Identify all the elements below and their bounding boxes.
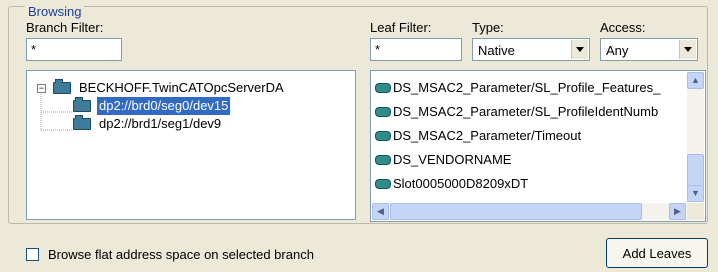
access-select[interactable]: Any [600, 38, 698, 61]
leaves-list[interactable]: DS_MSAC2_Parameter/SL_Profile_Features_ … [370, 70, 706, 222]
folder-icon [73, 97, 91, 112]
branch-filter-input[interactable] [26, 38, 122, 61]
leaf-filter-label: Leaf Filter: [370, 20, 432, 35]
type-selected-value: Native [478, 43, 515, 58]
scroll-left-button[interactable]: ◀ [372, 203, 389, 220]
leaf-tag-icon [375, 179, 391, 189]
type-select[interactable]: Native [472, 38, 590, 61]
group-title: Browsing [25, 5, 85, 18]
collapse-icon[interactable]: − [37, 84, 46, 93]
vertical-scroll-thumb[interactable] [687, 154, 704, 188]
type-dropdown-button[interactable] [571, 40, 588, 59]
type-label: Type: [472, 20, 504, 35]
tree-child-label: dp2://brd1/seg1/dev9 [99, 116, 222, 131]
scrollbar-corner [687, 203, 704, 220]
branch-filter-label: Branch Filter: [26, 20, 104, 35]
add-leaves-button[interactable]: Add Leaves [606, 238, 708, 268]
leaf-label: DS_MSAC2_Parameter/Timeout [393, 128, 582, 143]
scroll-down-button[interactable]: ▼ [687, 185, 704, 202]
access-label: Access: [600, 20, 646, 35]
leaf-tag-icon [375, 155, 391, 165]
horizontal-scroll-thumb[interactable] [390, 203, 642, 220]
scroll-right-button[interactable]: ▶ [669, 203, 686, 220]
branch-tree[interactable]: − BECKHOFF.TwinCATOpcServerDA dp2://brd0… [26, 70, 356, 220]
leaf-tag-icon [375, 83, 391, 93]
access-dropdown-button[interactable] [679, 40, 696, 59]
leaves-horizontal-scrollbar[interactable]: ◀ ▶ [372, 203, 686, 220]
leaf-label: Slot0005000D8209xDT [393, 176, 529, 191]
leaves-vertical-scrollbar[interactable]: ▲ ▼ [687, 72, 704, 202]
leaf-label: DS_MSAC2_Parameter/SL_ProfileIdentNumb [393, 104, 659, 119]
leaf-label: DS_MSAC2_Parameter/SL_Profile_Features_ [393, 80, 661, 95]
access-selected-value: Any [606, 43, 629, 58]
tree-child-label-selected: dp2://brd0/seg0/dev15 [97, 97, 231, 115]
leaf-filter-input[interactable] [370, 38, 462, 61]
flat-browse-checkbox[interactable] [26, 248, 39, 261]
folder-icon [53, 79, 71, 94]
folder-icon [73, 115, 91, 130]
tree-root-label: BECKHOFF.TwinCATOpcServerDA [79, 80, 284, 95]
leaf-tag-icon [375, 131, 391, 141]
leaf-label: DS_VENDORNAME [393, 152, 512, 167]
scroll-up-button[interactable]: ▲ [687, 72, 704, 89]
flat-browse-label: Browse flat address space on selected br… [48, 247, 314, 262]
leaf-tag-icon [375, 107, 391, 117]
